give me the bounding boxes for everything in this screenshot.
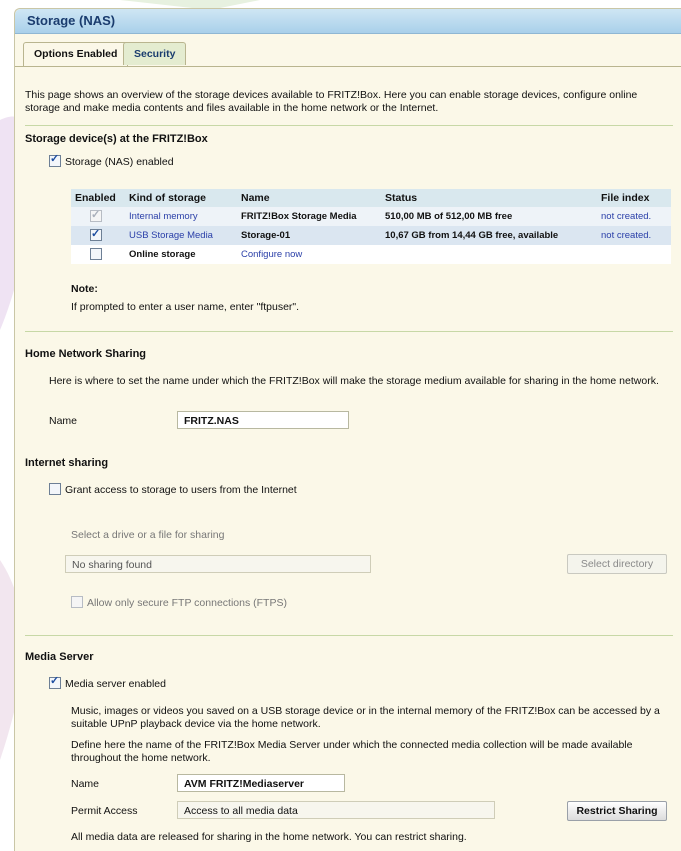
nas-enabled-label: Storage (NAS) enabled — [65, 156, 174, 168]
tab-options-enabled[interactable]: Options Enabled — [23, 42, 129, 66]
divider — [25, 331, 673, 332]
divider — [25, 635, 673, 636]
ftps-checkbox[interactable] — [71, 596, 83, 608]
row-enabled-checkbox — [90, 208, 102, 222]
grant-access-checkbox[interactable] — [49, 483, 61, 495]
restrict-sharing-button[interactable]: Restrict Sharing — [567, 801, 667, 821]
media-enabled-label: Media server enabled — [65, 678, 166, 690]
home-name-input[interactable]: FRITZ.NAS — [177, 411, 349, 429]
permit-access-field: Access to all media data — [177, 801, 495, 819]
media-name-input[interactable]: AVM FRITZ!Mediaserver — [177, 774, 345, 792]
row-status: 10,67 GB from 14,44 GB free, available — [381, 226, 597, 245]
tab-bar: Options Enabled Security — [15, 42, 681, 67]
home-sharing-desc: Here is where to set the name under whic… — [49, 375, 659, 387]
sharing-path-input[interactable]: No sharing found — [65, 555, 371, 573]
row-status: 510,00 MB of 512,00 MB free — [381, 207, 597, 226]
select-hint: Select a drive or a file for sharing — [71, 529, 225, 541]
media-footer-text: All media data are released for sharing … — [71, 831, 467, 843]
home-sharing-heading: Home Network Sharing — [25, 348, 147, 360]
note-text: If prompted to enter a user name, enter … — [71, 301, 300, 313]
divider — [25, 125, 673, 126]
col-status: Status — [381, 189, 597, 207]
col-kind: Kind of storage — [125, 189, 237, 207]
col-name: Name — [237, 189, 381, 207]
row-kind-link[interactable]: USB Storage Media — [125, 226, 237, 245]
intro-text: This page shows an overview of the stora… — [25, 89, 638, 114]
ftps-row: Allow only secure FTP connections (FTPS) — [71, 596, 287, 610]
internet-sharing-heading: Internet sharing — [25, 457, 109, 469]
nas-enabled-checkbox[interactable] — [49, 153, 61, 167]
row-enabled-checkbox[interactable] — [90, 248, 102, 260]
storage-table: Enabled Kind of storage Name Status File… — [71, 189, 671, 264]
row-kind: Online storage — [125, 245, 237, 264]
table-row: Internal memory FRITZ!Box Storage Media … — [71, 207, 671, 226]
grant-access-label: Grant access to storage to users from th… — [65, 484, 297, 496]
storage-panel: Storage (NAS) Options Enabled Security T… — [14, 8, 681, 851]
row-kind-link[interactable]: Internal memory — [125, 207, 237, 226]
media-desc-2: Define here the name of the FRITZ!Box Me… — [71, 739, 633, 764]
nas-enabled-row: Storage (NAS) enabled — [49, 153, 174, 169]
row-name: Storage-01 — [237, 226, 381, 245]
row-status — [381, 245, 597, 264]
storage-heading: Storage device(s) at the FRITZ!Box — [25, 133, 208, 145]
col-file-index: File index — [597, 189, 671, 207]
col-enabled: Enabled — [71, 189, 125, 207]
media-name-label: Name — [71, 778, 100, 790]
table-row: USB Storage Media Storage-01 10,67 GB fr… — [71, 226, 671, 245]
media-enabled-checkbox[interactable] — [49, 675, 61, 689]
media-desc-1: Music, images or videos you saved on a U… — [71, 705, 660, 730]
note-label: Note: — [71, 283, 98, 295]
permit-access-label: Permit Access — [71, 805, 138, 817]
grant-access-row: Grant access to storage to users from th… — [49, 483, 297, 497]
row-enabled-checkbox[interactable] — [90, 227, 102, 241]
configure-now-link[interactable]: Configure now — [237, 245, 381, 264]
media-enabled-row: Media server enabled — [49, 675, 166, 691]
panel-title: Storage (NAS) — [15, 9, 681, 34]
row-name: FRITZ!Box Storage Media — [237, 207, 381, 226]
row-index — [597, 245, 671, 264]
ftps-label: Allow only secure FTP connections (FTPS) — [87, 597, 287, 609]
table-header-row: Enabled Kind of storage Name Status File… — [71, 189, 671, 207]
tab-security[interactable]: Security — [123, 42, 187, 65]
home-name-label: Name — [49, 415, 78, 427]
table-row: Online storage Configure now — [71, 245, 671, 264]
row-index-link[interactable]: not created. — [597, 207, 671, 226]
media-server-heading: Media Server — [25, 651, 94, 663]
row-index-link[interactable]: not created. — [597, 226, 671, 245]
select-directory-button[interactable]: Select directory — [567, 554, 667, 574]
